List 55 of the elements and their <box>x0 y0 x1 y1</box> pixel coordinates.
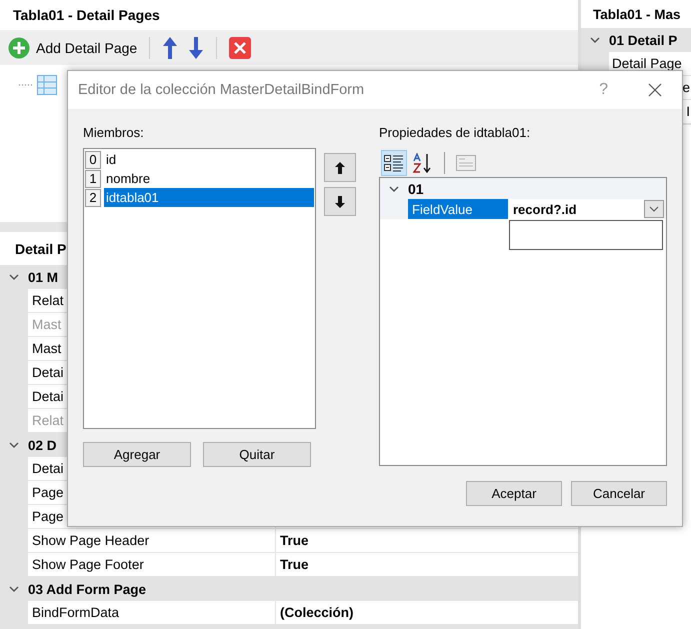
category-label: 02 D <box>28 438 57 452</box>
property-value[interactable]: True <box>276 553 578 577</box>
category-label: 01 Detail P <box>609 32 678 48</box>
member-item[interactable]: id <box>104 150 314 169</box>
property-name[interactable]: BindFormData <box>28 601 276 625</box>
window-icon <box>456 154 476 170</box>
close-icon <box>229 36 252 58</box>
arrow-up-icon <box>162 36 178 60</box>
properties-label: Propiedades de idtabla01: <box>379 125 530 140</box>
member-item[interactable]: nombre <box>104 169 314 188</box>
property-value[interactable]: record?.id <box>509 199 644 219</box>
chevron-icon <box>649 206 659 212</box>
add-detail-page-button[interactable]: Add Detail Page <box>6 34 140 60</box>
sort-icon <box>413 152 433 172</box>
category-label: 03 Add Form Page <box>28 582 146 596</box>
categorized-icon <box>384 154 404 172</box>
property-value[interactable]: (Colección) <box>276 601 578 625</box>
index-label: 1 <box>85 170 101 188</box>
categorized-button[interactable] <box>381 150 407 176</box>
delete-button[interactable] <box>227 34 254 60</box>
property-value[interactable]: True <box>276 529 578 553</box>
member-item[interactable]: idtabla01 <box>104 188 314 207</box>
index-label: 0 <box>85 150 101 168</box>
dialog-title: Editor de la colección MasterDetailBindForm <box>78 82 364 98</box>
cancel-button[interactable]: Cancelar <box>571 481 667 506</box>
category-label: 01 <box>408 180 424 196</box>
panel-title: Tabla01 - Mas <box>592 6 682 24</box>
remove-button[interactable]: Quitar <box>203 442 311 467</box>
dropdown-list[interactable] <box>509 220 663 250</box>
arrow-down-icon <box>188 36 204 60</box>
chevron-icon[interactable] <box>9 442 19 448</box>
move-up-button[interactable] <box>324 153 356 182</box>
arrow-down-icon <box>335 196 345 208</box>
plus-icon <box>8 36 30 58</box>
members-list[interactable]: 0 id 1 nombre 2 idtabla01 <box>83 148 316 429</box>
property-name[interactable]: Show Page Footer <box>28 553 276 577</box>
property-name[interactable]: I <box>686 104 690 119</box>
members-label: Miembros: <box>83 125 144 140</box>
property-name[interactable]: FieldValue <box>408 199 508 219</box>
panel-title: Tabla01 - Detail Pages <box>12 6 161 25</box>
tree-line-icon <box>19 84 33 86</box>
chevron-icon[interactable] <box>389 186 399 192</box>
property-name[interactable]: Show Page Header <box>28 529 276 553</box>
property-name[interactable]: e <box>682 80 690 95</box>
ok-button[interactable]: Aceptar <box>466 481 562 506</box>
chevron-icon[interactable] <box>9 274 19 280</box>
chevron-icon[interactable] <box>9 586 19 592</box>
arrow-up-icon <box>335 162 345 174</box>
chevron-icon[interactable] <box>590 37 600 43</box>
dropdown-button[interactable] <box>644 200 664 218</box>
close-icon <box>648 83 662 97</box>
move-down-button[interactable] <box>324 187 356 216</box>
index-label: 2 <box>85 188 101 206</box>
add-button[interactable]: Agregar <box>83 442 191 467</box>
category-label: 01 M <box>28 270 58 284</box>
